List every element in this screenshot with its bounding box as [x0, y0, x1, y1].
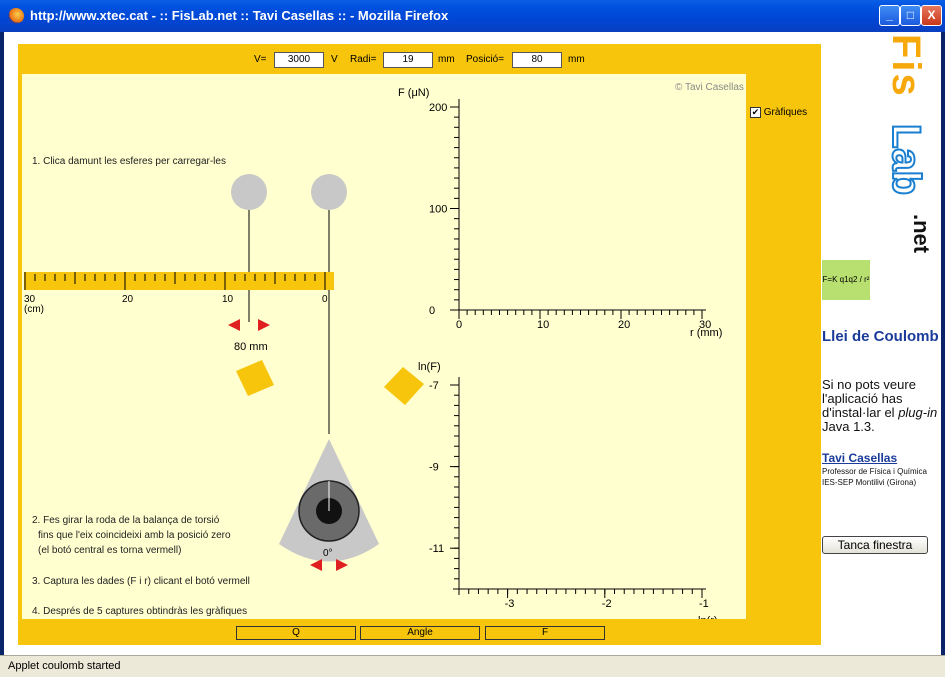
instruction-4: 4. Després de 5 captures obtindràs les g…	[32, 606, 248, 617]
close-window-button[interactable]: X	[921, 5, 942, 26]
instruction-2c: (el botó central es torna vermell)	[38, 545, 182, 556]
move-right-arrow[interactable]	[258, 319, 270, 331]
right-sphere[interactable]	[311, 174, 347, 210]
x-tick-label: -1	[699, 598, 709, 610]
instruction-2b: fins que l'eix coincideixi amb la posici…	[38, 530, 231, 541]
graphs-toggle[interactable]: ✔ Gràfiques	[750, 107, 807, 118]
y-tick-label: -11	[429, 543, 444, 555]
voltage-input[interactable]: 3000	[274, 52, 324, 68]
radius-input[interactable]: 19	[383, 52, 433, 68]
x-tick-label: 10	[537, 319, 549, 331]
move-left-arrow[interactable]	[228, 319, 240, 331]
page-heading: Llei de Coulomb	[822, 328, 939, 345]
logo-fis: Fis	[884, 34, 928, 98]
y-axis-label: F (μN)	[398, 87, 429, 99]
x-tick-label: -3	[505, 598, 515, 610]
page-content: V= 3000 V Radi= 19 mm Posició= 80 mm 30 …	[4, 32, 941, 655]
browser-window: http://www.xtec.cat - :: FisLab.net :: T…	[0, 0, 945, 677]
coulomb-formula-icon: F=K q1q2 / r²	[822, 260, 870, 300]
f-button[interactable]: F	[485, 626, 605, 640]
angle-button[interactable]: Angle	[360, 626, 480, 640]
voltage-label: V=	[254, 54, 267, 65]
instruction-1: 1. Clica damunt les esferes per carregar…	[32, 156, 226, 167]
x-axis-label: r (mm)	[690, 327, 722, 339]
x-tick-label: -2	[602, 598, 612, 610]
status-text: Applet coulomb started	[8, 660, 121, 672]
formula-text: F=K q1q2 / r²	[822, 275, 870, 284]
graphs-checkbox-label: Gràfiques	[763, 107, 808, 119]
y-tick-label: 200	[429, 102, 447, 114]
author-link[interactable]: Tavi Casellas	[822, 451, 897, 465]
x-tick-label: 20	[618, 319, 630, 331]
title-bar: http://www.xtec.cat - :: FisLab.net :: T…	[0, 0, 945, 32]
dial-angle-readout: 0°	[323, 548, 333, 559]
radius-unit: mm	[438, 54, 455, 65]
ruler-label-20: 20	[122, 294, 134, 305]
ruler-label-10: 10	[222, 294, 234, 305]
position-input[interactable]: 80	[512, 52, 562, 68]
force-distance-chart: 0 10 20 300100200F (μN)r (mm)	[398, 87, 722, 339]
y-tick-label: 100	[429, 204, 447, 216]
position-label: Posició=	[466, 54, 505, 65]
ruler-unit: (cm)	[24, 304, 44, 315]
parameter-bar: V= 3000 V Radi= 19 mm Posició= 80 mm	[18, 44, 821, 74]
status-bar: Applet coulomb started	[0, 655, 945, 677]
rotate-right-arrow[interactable]	[336, 559, 348, 571]
logo-net: .net	[909, 214, 934, 254]
left-paddle	[236, 360, 274, 396]
x-tick-label: 0	[456, 319, 462, 331]
graphs-checkbox[interactable]: ✔	[750, 107, 761, 118]
logo-lab: Lab	[883, 123, 929, 196]
position-readout: 80 mm	[234, 341, 268, 353]
instruction-2a: 2. Fes girar la roda de la balança de to…	[32, 515, 220, 526]
copyright-text: © Tavi Casellas	[675, 82, 744, 93]
q-button[interactable]: Q	[236, 626, 356, 640]
sidebar: Fis Lab .net F=K q1q2 / r² Llei de Coulo…	[822, 32, 941, 655]
firefox-icon	[8, 8, 24, 24]
log-force-log-distance-chart: -3 -2 -1 -7 -9 -11 ln(F) ln(r)	[418, 361, 718, 619]
y-axis-label: ln(F)	[418, 361, 441, 373]
y-tick-label: 0	[429, 305, 435, 317]
simulation-stage: 30 (cm) 20 10 0 80 mm 0° 0 10 20 30 0 10…	[22, 74, 746, 619]
author-affiliation: Professor de Física i Química IES-SEP Mo…	[822, 467, 927, 487]
left-sphere[interactable]	[231, 174, 267, 210]
plugin-notice-emphasis: plug-in	[898, 405, 938, 420]
radius-label: Radi=	[350, 54, 377, 65]
instruction-3: 3. Captura les dades (F i r) clicant el …	[32, 576, 250, 587]
maximize-button[interactable]: □	[900, 5, 921, 26]
plugin-notice-version: Java 1.3.	[822, 419, 875, 434]
plugin-notice: Si no pots veure l'aplicació has d'insta…	[822, 378, 940, 434]
x-axis-label: ln(r)	[698, 615, 718, 619]
ruler	[24, 272, 334, 290]
minimize-button[interactable]: _	[879, 5, 900, 26]
y-tick-label: -7	[429, 380, 439, 392]
close-window-page-button[interactable]: Tanca finestra	[822, 536, 928, 554]
coulomb-applet: V= 3000 V Radi= 19 mm Posició= 80 mm 30 …	[18, 44, 821, 645]
ruler-label-0: 0	[322, 294, 328, 305]
voltage-unit: V	[331, 54, 338, 65]
y-tick-label: -9	[429, 462, 439, 474]
window-title: http://www.xtec.cat - :: FisLab.net :: T…	[30, 8, 449, 23]
position-unit: mm	[568, 54, 585, 65]
rotate-left-arrow[interactable]	[310, 559, 322, 571]
